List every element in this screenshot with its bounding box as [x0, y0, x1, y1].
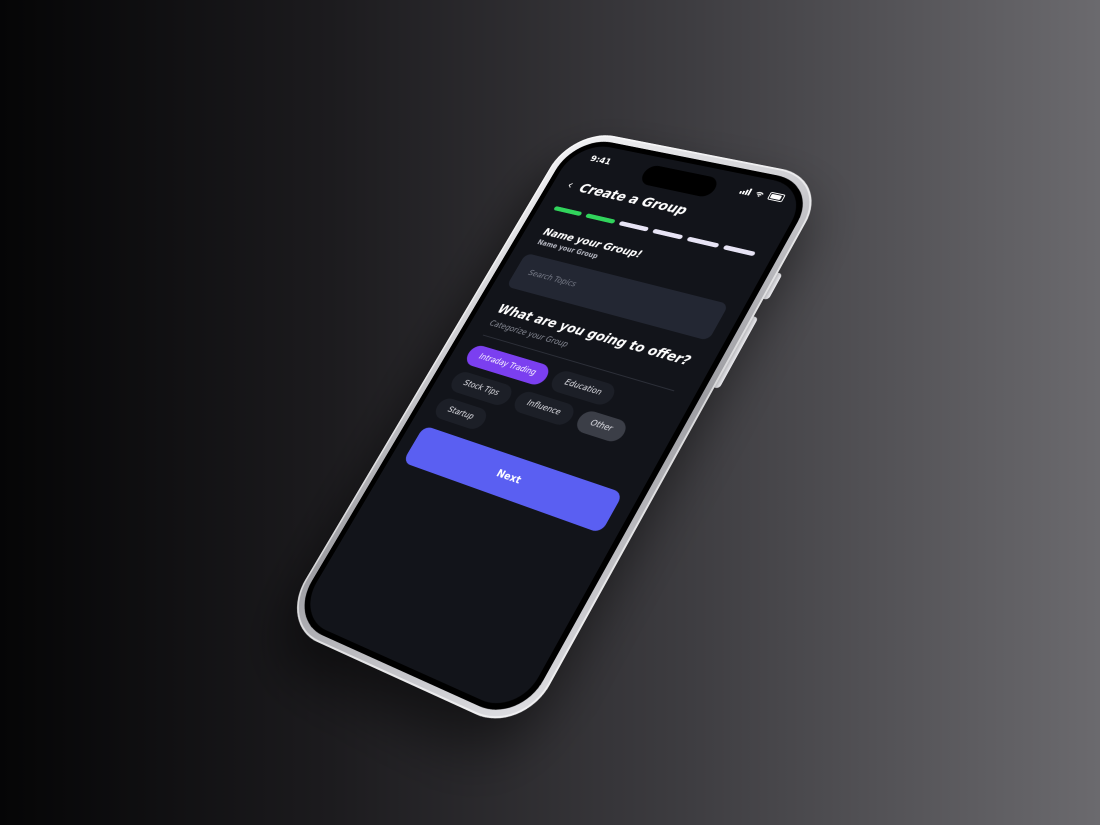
- battery-icon: [766, 191, 786, 203]
- status-time: 9:41: [588, 154, 613, 168]
- chevron-left-icon[interactable]: ‹: [564, 179, 576, 192]
- phone-bezel: 9:41 ‹ Create a Group Name your Group! N…: [288, 135, 819, 725]
- progress-segment: [553, 205, 583, 217]
- cellular-signal-icon: [739, 186, 753, 196]
- progress-segment: [722, 244, 756, 257]
- app-screen: 9:41 ‹ Create a Group Name your Group! N…: [296, 140, 811, 716]
- category-chip[interactable]: Startup: [431, 396, 490, 432]
- dynamic-island: [638, 164, 721, 199]
- status-icons: [739, 186, 786, 203]
- stage: 9:41 ‹ Create a Group Name your Group! N…: [0, 0, 1100, 825]
- category-chip[interactable]: Other: [572, 408, 631, 445]
- progress-segment: [651, 228, 684, 240]
- phone-device: 9:41 ‹ Create a Group Name your Group! N…: [278, 128, 831, 736]
- progress-segment: [585, 213, 616, 224]
- progress-segment: [686, 236, 720, 248]
- wifi-icon: [754, 189, 767, 198]
- progress-segment: [618, 220, 650, 232]
